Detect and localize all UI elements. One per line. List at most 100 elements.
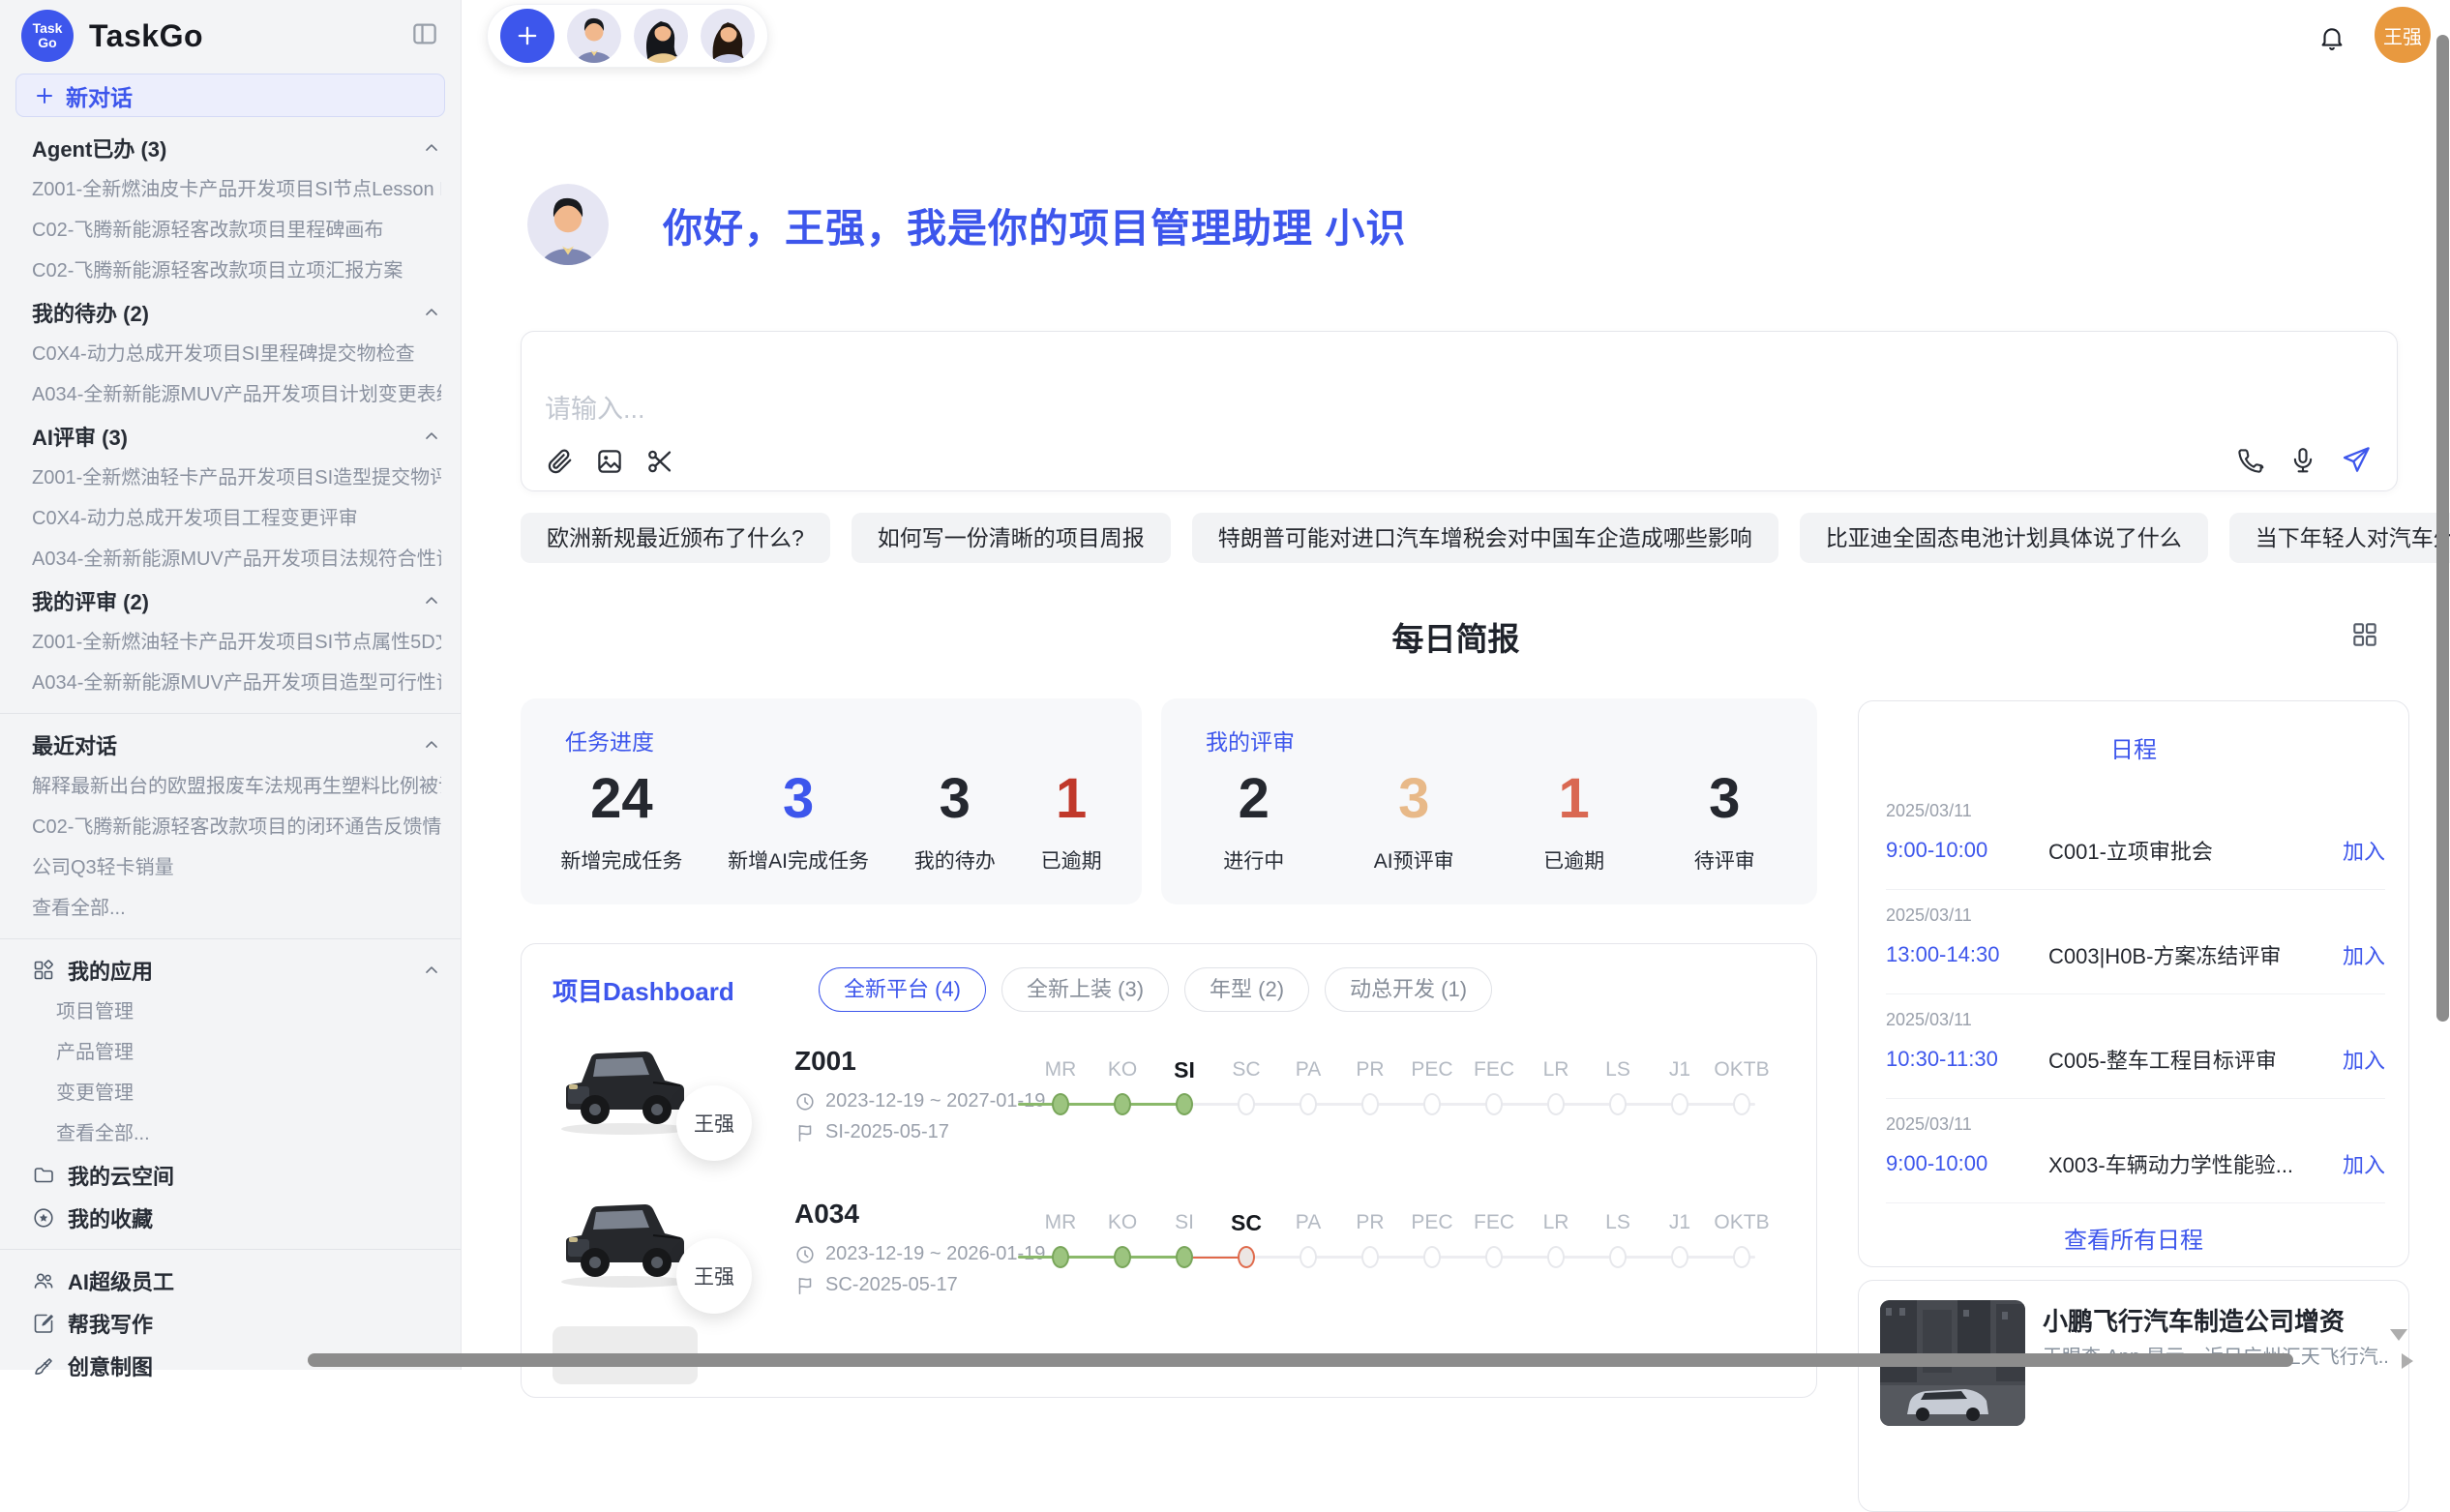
user-avatar[interactable]: 王强 <box>2375 7 2431 63</box>
sidebar-item-my-apps[interactable]: 我的应用 <box>32 949 441 992</box>
join-link[interactable]: 加入 <box>2343 1044 2385 1075</box>
sidebar-item[interactable]: C02-飞腾新能源轻客改款项目里程碑画布 <box>32 210 441 251</box>
news-card[interactable]: 小鹏飞行汽车制造公司增资 天眼查 App 显示，近日广州汇天飞行汽... <box>1858 1280 2409 1512</box>
scroll-down-arrow[interactable] <box>2390 1329 2407 1341</box>
milestone-label: KO <box>1091 1058 1153 1082</box>
sidebar-item[interactable]: A034-全新新能源MUV产品开发项目造型可行性评审 <box>32 663 441 703</box>
chevron-up-icon[interactable] <box>422 427 441 446</box>
app-link-change-mgmt[interactable]: 变更管理 <box>32 1073 441 1113</box>
entry-title: C003|H0B-方案冻结评审 <box>2048 939 2343 970</box>
sidebar-item[interactable]: A034-全新新能源MUV产品开发项目计划变更表编写 <box>32 374 441 415</box>
sidebar-item[interactable]: Z001-全新燃油皮卡产品开发项目SI节点Lesson Learn报告 <box>32 169 441 210</box>
chevron-up-icon[interactable] <box>422 961 441 980</box>
app-link-product-mgmt[interactable]: 产品管理 <box>32 1032 441 1073</box>
scissors-icon[interactable] <box>645 447 674 476</box>
send-icon[interactable] <box>2341 445 2372 476</box>
milestone-dot <box>1609 1246 1627 1268</box>
tab-powertrain[interactable]: 动总开发 (1) <box>1325 967 1492 1012</box>
milestone-label: OKTB <box>1711 1211 1773 1234</box>
recent-conversation-item[interactable]: 公司Q3轻卡销量 <box>32 847 441 888</box>
stat-value: 3 <box>1694 768 1755 830</box>
new-chat-button[interactable]: 新对话 <box>15 74 445 117</box>
chat-input[interactable]: 请输入... <box>521 331 2398 491</box>
app-link-view-all[interactable]: 查看全部... <box>32 1113 441 1154</box>
milestone-dot <box>1423 1093 1441 1115</box>
layout-grid-icon[interactable] <box>2349 619 2380 650</box>
section-header-agent-done[interactable]: Agent已办 (3) <box>32 127 441 169</box>
attachment-icon[interactable] <box>545 447 574 476</box>
sidebar-item-my-cloud[interactable]: 我的云空间 <box>32 1154 441 1197</box>
chevron-up-icon[interactable] <box>422 735 441 755</box>
add-assistant-button[interactable] <box>500 9 554 63</box>
milestone-label: FEC <box>1463 1058 1525 1082</box>
join-link[interactable]: 加入 <box>2343 1148 2385 1179</box>
tab-all-new-body[interactable]: 全新上装 (3) <box>1001 967 1169 1012</box>
dashboard-title: 项目Dashboard <box>553 972 819 1008</box>
sidebar-item[interactable]: C0X4-动力总成开发项目SI里程碑提交物检查 <box>32 334 441 374</box>
stat-value: 1 <box>1041 768 1102 830</box>
stat-value: 3 <box>914 768 996 830</box>
scroll-right-arrow[interactable] <box>2402 1353 2413 1369</box>
join-link[interactable]: 加入 <box>2343 835 2385 866</box>
schedule-entry: 2025/03/11 13:00-14:30 C003|H0B-方案冻结评审 加… <box>1859 890 2408 993</box>
suggestion-chip[interactable]: 比亚迪全固态电池计划具体说了什么 <box>1800 513 2208 563</box>
vertical-scrollbar[interactable] <box>2436 35 2449 1022</box>
my-review-card: 我的评审 2 进行中 3 AI预评审 1 已逾期 3 待评审 <box>1161 698 1817 904</box>
phone-icon[interactable] <box>2236 446 2265 475</box>
suggestion-chip[interactable]: 如何写一份清晰的项目周报 <box>852 513 1171 563</box>
view-all-schedule-link[interactable]: 查看所有日程 <box>1859 1221 2408 1255</box>
image-icon[interactable] <box>595 447 624 476</box>
section-header-my-todo[interactable]: 我的待办 (2) <box>32 291 441 334</box>
microphone-icon[interactable] <box>2288 446 2317 475</box>
stat-label: AI预评审 <box>1374 845 1454 875</box>
suggestion-chip[interactable]: 当下年轻人对汽车外观有怎样的喜好趋势 <box>2229 513 2450 563</box>
chevron-up-icon[interactable] <box>422 591 441 610</box>
app-link-project-mgmt[interactable]: 项目管理 <box>32 992 441 1032</box>
stat-value: 3 <box>728 768 869 830</box>
sidebar-item[interactable]: A034-全新新能源MUV产品开发项目法规符合性评审 <box>32 539 441 579</box>
sidebar-item[interactable]: Z001-全新燃油轻卡产品开发项目SI节点属性5D文件评审 <box>32 622 441 663</box>
sidebar-item[interactable]: C02-飞腾新能源轻客改款项目立项汇报方案 <box>32 251 441 291</box>
assistant-avatar[interactable] <box>634 9 688 63</box>
project-row[interactable]: 王强 A034 2023-12-19 ~ 2026-01-19 SC-2025-… <box>522 1171 1816 1324</box>
recent-conversation-item[interactable]: 解释最新出台的欧盟报废车法规再生塑料比例被调至15%... <box>32 766 441 807</box>
notification-bell-icon[interactable] <box>2317 23 2346 52</box>
tab-model-year[interactable]: 年型 (2) <box>1184 967 1309 1012</box>
milestone-label: PR <box>1339 1211 1401 1234</box>
recent-view-all[interactable]: 查看全部... <box>32 888 441 929</box>
suggestion-chip[interactable]: 特朗普可能对进口汽车增税会对中国车企造成哪些影响 <box>1192 513 1778 563</box>
project-node: SC-2025-05-17 <box>825 1274 958 1296</box>
horizontal-scrollbar[interactable] <box>308 1353 2293 1367</box>
suggestion-chip[interactable]: 欧洲新规最近颁布了什么? <box>521 513 830 563</box>
stat-ai-done: 3 新增AI完成任务 <box>728 768 869 875</box>
clock-icon <box>794 1244 816 1265</box>
project-node: SI-2025-05-17 <box>825 1121 949 1143</box>
assistant-avatar[interactable] <box>567 9 621 63</box>
logo-text-top: Task <box>33 21 63 36</box>
join-link[interactable]: 加入 <box>2343 939 2385 970</box>
sidebar-item-ai-employee[interactable]: AI超级员工 <box>32 1260 441 1302</box>
chevron-up-icon[interactable] <box>422 138 441 158</box>
tab-all-new-platform[interactable]: 全新平台 (4) <box>819 967 986 1012</box>
sidebar-item[interactable]: C0X4-动力总成开发项目工程变更评审 <box>32 498 441 539</box>
sidebar-item-help-write[interactable]: 帮我写作 <box>32 1302 441 1345</box>
section-header-recent[interactable]: 最近对话 <box>32 724 441 766</box>
task-progress-card: 任务进度 24 新增完成任务 3 新增AI完成任务 3 我的待办 1 已逾期 <box>521 698 1142 904</box>
sidebar-item[interactable]: Z001-全新燃油轻卡产品开发项目SI造型提交物评审 <box>32 458 441 498</box>
milestone-dot-done <box>1052 1093 1069 1115</box>
assistant-avatar[interactable] <box>701 9 755 63</box>
divider <box>0 938 461 939</box>
stat-label: 已逾期 <box>1041 845 1102 875</box>
section-header-my-review[interactable]: 我的评审 (2) <box>32 579 441 622</box>
my-cloud-label: 我的云空间 <box>68 1160 174 1191</box>
stat-value: 2 <box>1223 768 1284 830</box>
project-row[interactable]: 王强 Z001 2023-12-19 ~ 2027-01-19 SI-2025-… <box>522 1019 1816 1171</box>
recent-conversation-item[interactable]: C02-飞腾新能源轻客改款项目的闭环通告反馈情况 <box>32 807 441 847</box>
milestone-label: MR <box>1030 1211 1091 1234</box>
sidebar-item-my-favorites[interactable]: 我的收藏 <box>32 1197 441 1239</box>
divider <box>0 1249 461 1250</box>
chevron-up-icon[interactable] <box>422 303 441 322</box>
help-write-label: 帮我写作 <box>68 1308 153 1339</box>
sidebar-collapse-icon[interactable] <box>410 19 439 48</box>
section-header-ai-review[interactable]: AI评审 (3) <box>32 415 441 458</box>
